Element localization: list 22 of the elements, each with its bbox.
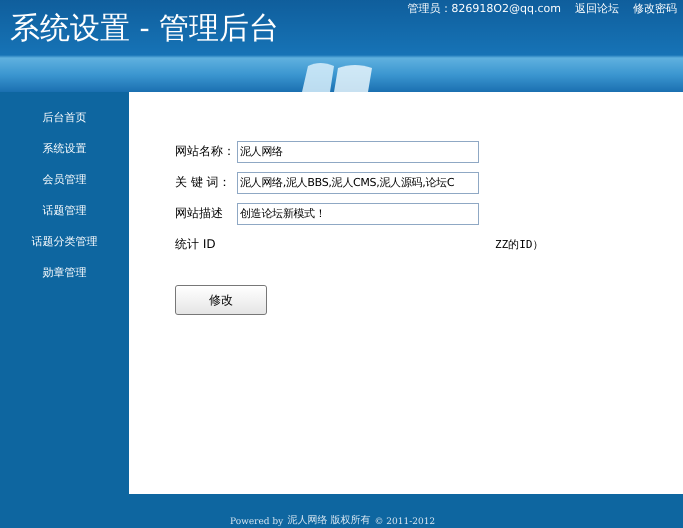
sidebar-item[interactable]: 话题管理: [42, 201, 86, 220]
input-field[interactable]: 泥人网络,泥人BBS,泥人CMS,泥人源码,论坛C: [237, 172, 479, 194]
brand-text: 泥人网络 版权所有: [287, 514, 370, 527]
field-label: 网站名称：: [175, 143, 236, 160]
header-link[interactable]: 返回论坛: [575, 1, 619, 16]
field-label: 网站描述: [175, 205, 224, 222]
copyright-text: © 2011-2012: [374, 517, 436, 527]
sidebar-item[interactable]: 话题分类管理: [32, 232, 98, 251]
powered-text: Powered by: [230, 517, 284, 527]
sidebar-item[interactable]: 后台首页: [42, 108, 86, 127]
field-hint: ZZ的ID）: [495, 237, 544, 252]
field-label: 统计 ID: [175, 236, 217, 253]
field-label: 关 键 词：: [175, 174, 232, 191]
sidebar-item[interactable]: 勋章管理: [42, 263, 86, 282]
page-title: 系统设置 - 管理后台: [10, 10, 280, 48]
input-field[interactable]: 创造论坛新模式！: [237, 202, 479, 224]
header-link[interactable]: 修改密码: [633, 1, 677, 16]
admin-label: 管理员：826918O2@qq.com: [407, 1, 561, 16]
sidebar-item[interactable]: 系统设置: [42, 139, 86, 158]
sidebar-item[interactable]: 会员管理: [42, 170, 86, 189]
input-field[interactable]: 泥人网络: [237, 140, 479, 162]
submit-button[interactable]: 修改: [175, 285, 267, 315]
